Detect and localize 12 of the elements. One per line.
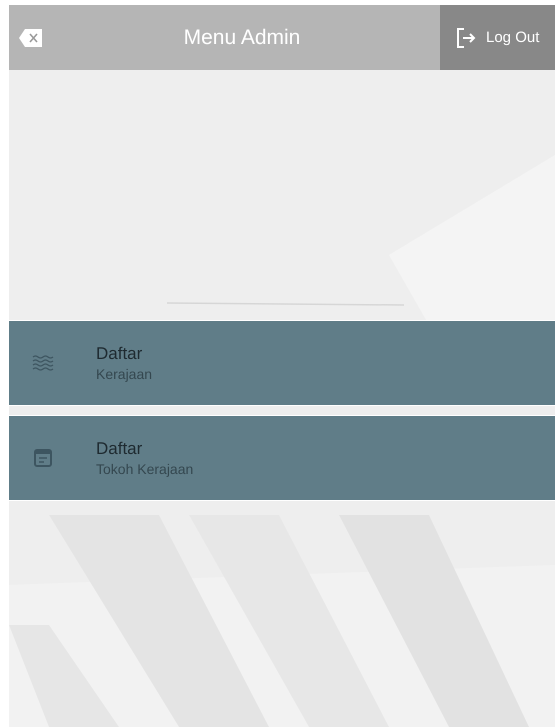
item-subtitle: Kerajaan <box>96 366 152 382</box>
item-title: Daftar <box>96 439 144 459</box>
waves-icon <box>32 354 54 372</box>
backspace-icon[interactable] <box>18 26 44 48</box>
logout-icon <box>456 26 476 48</box>
document-icon <box>32 448 54 468</box>
logout-button[interactable]: Log Out <box>440 5 555 70</box>
menu-item[interactable]: Daftar Tokoh Kerajaan <box>9 415 555 500</box>
item-subtitle: Tokoh Kerajaan <box>96 461 194 477</box>
menu-item[interactable]: Daftar Kerajaan <box>9 320 555 405</box>
page-title: Menu Admin <box>182 26 302 50</box>
item-title: Daftar <box>96 344 144 364</box>
